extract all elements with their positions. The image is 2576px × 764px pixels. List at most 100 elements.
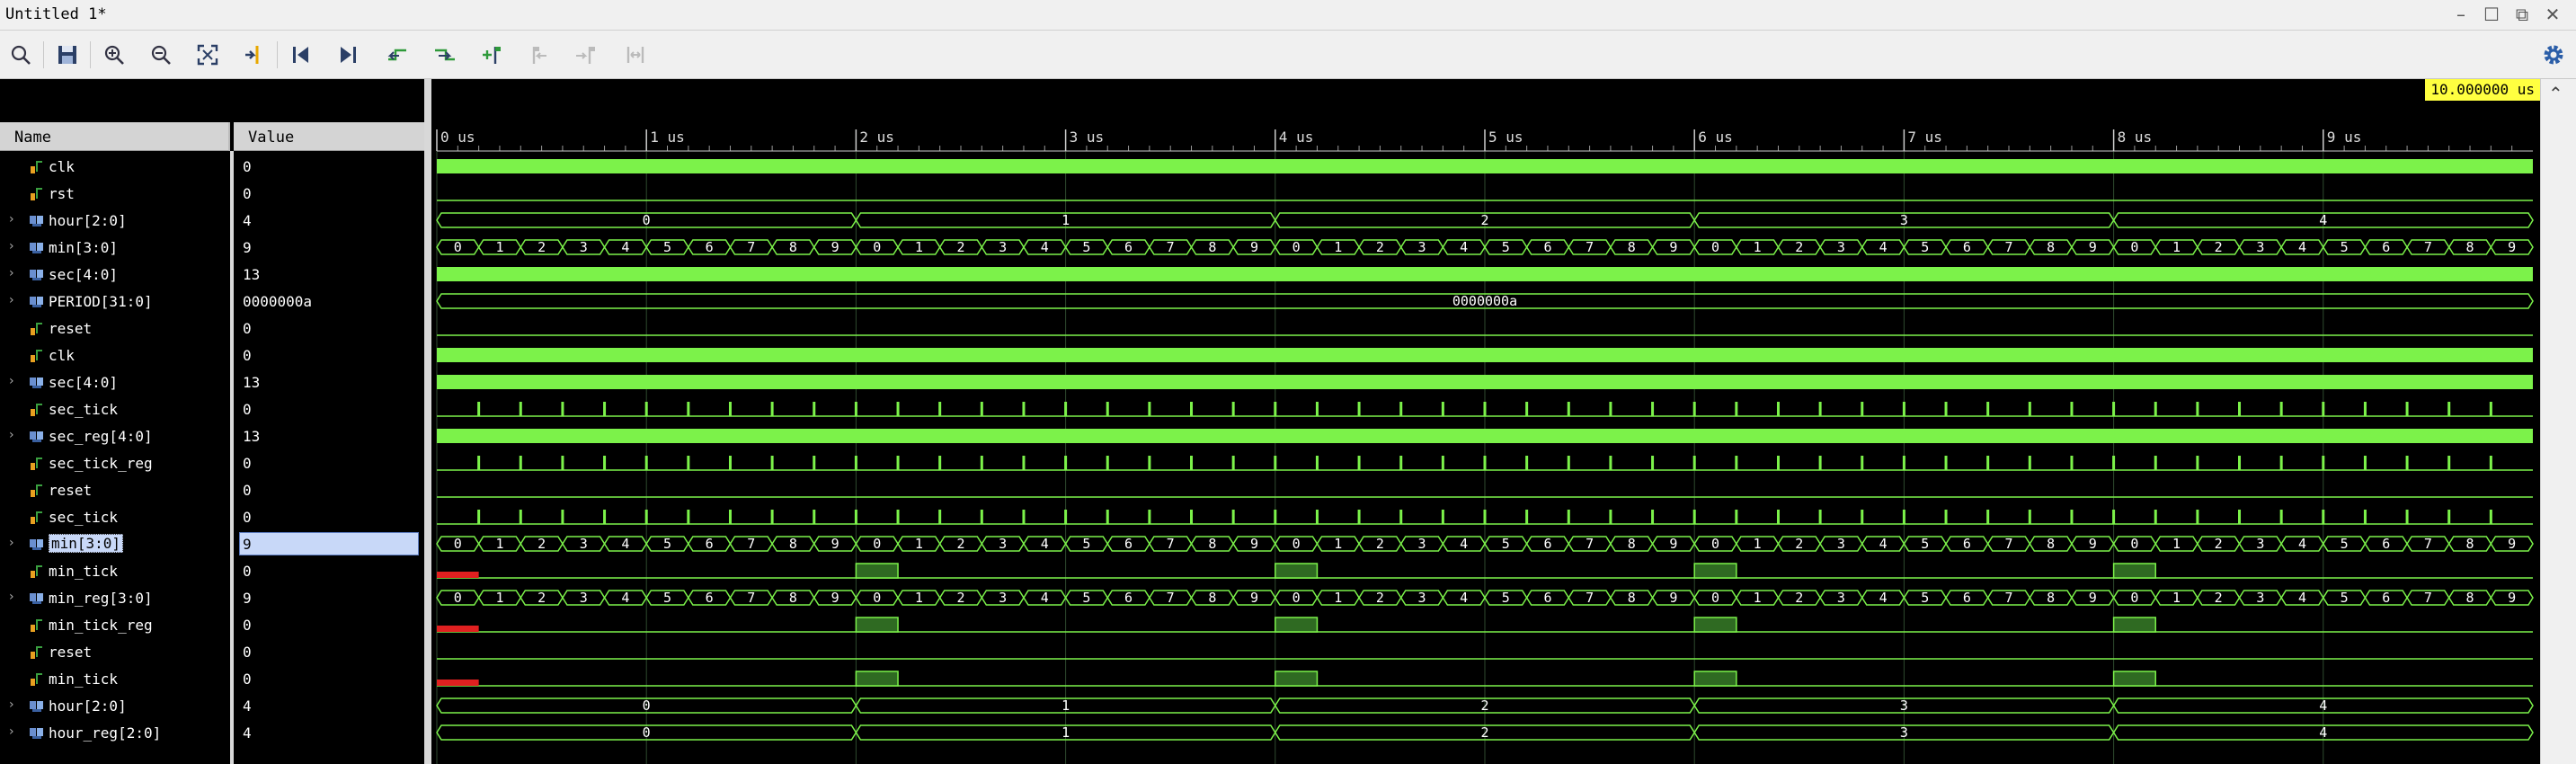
expand-chevron-icon[interactable]: ›: [9, 536, 14, 550]
name-column-header[interactable]: Name: [0, 122, 230, 151]
signal-value: 0000000a: [243, 293, 313, 310]
wave-tick-pulse: [561, 456, 564, 470]
expand-chevron-icon[interactable]: ›: [9, 590, 14, 604]
wave-tick-pulse: [1399, 402, 1403, 416]
wave-tick-pulse: [1692, 456, 1696, 470]
signal-row[interactable]: › hour[2:0] 4: [0, 692, 424, 719]
signal-value: 9: [243, 590, 252, 607]
wave-tick-pulse: [1651, 456, 1655, 470]
expand-chevron-icon[interactable]: ›: [9, 428, 14, 442]
signal-row[interactable]: min_tick 0: [0, 557, 424, 584]
close-icon[interactable]: ✕: [2542, 2, 2563, 27]
previous-marker-icon[interactable]: [523, 40, 554, 70]
wave-tick-pulse: [1986, 456, 1990, 470]
swap-cursors-icon[interactable]: [620, 40, 651, 70]
signal-row[interactable]: sec_tick 0: [0, 395, 424, 422]
wave-tick-pulse: [1357, 510, 1361, 524]
min-bus-value: 6: [706, 239, 714, 255]
min-bus-value: 5: [2341, 590, 2349, 606]
min-bus-value: 4: [2298, 239, 2306, 255]
min-bus-value: 4: [1460, 536, 1468, 552]
wave-toolbar: [0, 31, 2576, 79]
zoom-fit-icon[interactable]: [192, 40, 223, 70]
scroll-up-icon[interactable]: ⌃: [2548, 83, 2563, 104]
signal-row[interactable]: › sec[4:0] 13: [0, 261, 424, 288]
bus-signal-icon: [29, 212, 45, 228]
expand-chevron-icon[interactable]: ›: [9, 724, 14, 739]
wave-tick-pulse: [1357, 402, 1361, 416]
min-bus-value: 3: [999, 239, 1007, 255]
bus-signal-icon: [29, 428, 45, 444]
wave-tick-pulse: [1190, 510, 1194, 524]
wave-tick-pulse: [2154, 510, 2157, 524]
signal-row[interactable]: › hour[2:0] 4: [0, 207, 424, 234]
hour-bus-value: 4: [2319, 697, 2327, 714]
signal-row[interactable]: clk 0: [0, 342, 424, 369]
expand-chevron-icon[interactable]: ›: [9, 239, 14, 253]
restore-icon[interactable]: ☐: [2481, 2, 2502, 27]
wave-tick-pulse: [1315, 402, 1319, 416]
signal-row[interactable]: › sec_reg[4:0] 13: [0, 422, 424, 449]
go-to-end-icon[interactable]: [333, 40, 363, 70]
signal-row[interactable]: › min[3:0] 9: [0, 234, 424, 261]
go-to-cursor-icon[interactable]: [239, 40, 270, 70]
wave-tick-pulse: [1692, 510, 1696, 524]
signal-row[interactable]: › PERIOD[31:0] 0000000a: [0, 288, 424, 315]
signal-row[interactable]: › min_reg[3:0] 9: [0, 584, 424, 611]
minimize-icon[interactable]: –: [2450, 2, 2472, 27]
signal-row[interactable]: reset 0: [0, 315, 424, 342]
window-title: Untitled 1*: [5, 5, 107, 23]
min-bus-value: 2: [1795, 239, 1803, 255]
pane-splitter[interactable]: [424, 79, 431, 764]
logic-signal-icon: [29, 671, 45, 687]
signal-row[interactable]: › min[3:0] 9: [0, 530, 424, 557]
time-tick-label: 5 us: [1488, 129, 1523, 146]
expand-chevron-icon[interactable]: ›: [9, 212, 14, 227]
signal-name: min_tick: [49, 563, 119, 580]
signal-row[interactable]: reset 0: [0, 638, 424, 665]
search-icon[interactable]: [5, 40, 36, 70]
time-tick-label: 8 us: [2118, 129, 2153, 146]
signal-row[interactable]: sec_tick 0: [0, 503, 424, 530]
settings-gear-icon[interactable]: [2540, 41, 2567, 68]
waveform-pane[interactable]: 0 us 1 us 2 us 3 us 4 us 5 us 6 us 7 us 8 us 9 us…: [431, 79, 2540, 764]
signal-row[interactable]: min_tick_reg 0: [0, 611, 424, 638]
add-marker-icon[interactable]: [476, 40, 507, 70]
wave-tick-pulse: [1190, 456, 1194, 470]
wave-tick-pulse: [2405, 402, 2409, 416]
signal-row[interactable]: clk 0: [0, 153, 424, 180]
wave-tick-pulse: [1231, 402, 1235, 416]
signal-row[interactable]: min_tick 0: [0, 665, 424, 692]
expand-chevron-icon[interactable]: ›: [9, 293, 14, 307]
bus-param-icon: [29, 293, 45, 309]
next-marker-icon[interactable]: [570, 40, 600, 70]
expand-chevron-icon[interactable]: ›: [9, 374, 14, 388]
signal-row[interactable]: reset 0: [0, 476, 424, 503]
expand-chevron-icon[interactable]: ›: [9, 266, 14, 280]
signal-row[interactable]: rst 0: [0, 180, 424, 207]
signal-row[interactable]: › hour_reg[2:0] 4: [0, 719, 424, 746]
wave-tick-pulse: [1148, 402, 1151, 416]
signal-name: hour_reg[2:0]: [49, 724, 162, 742]
min-bus-value: 2: [1795, 536, 1803, 552]
wave-tick-pulse: [1692, 402, 1696, 416]
expand-chevron-icon[interactable]: ›: [9, 697, 14, 712]
window-controls: – ☐ ⧉ ✕: [2450, 2, 2563, 27]
wave-tick-pulse: [896, 402, 900, 416]
zoom-out-icon[interactable]: [146, 40, 176, 70]
value-column-header[interactable]: Value: [234, 122, 424, 151]
wave-tick-pulse: [1231, 510, 1235, 524]
next-transition-icon[interactable]: [430, 40, 460, 70]
min-bus-value: 9: [2508, 590, 2516, 606]
float-icon[interactable]: ⧉: [2511, 2, 2533, 27]
vertical-scrollbar[interactable]: ⌃: [2540, 79, 2576, 764]
go-to-start-icon[interactable]: [286, 40, 316, 70]
signal-row[interactable]: sec_tick_reg 0: [0, 449, 424, 476]
min-bus-value: 0: [873, 536, 881, 552]
save-icon[interactable]: [52, 40, 83, 70]
waveform-canvas[interactable]: 0 us 1 us 2 us 3 us 4 us 5 us 6 us 7 us 8 us 9 us…: [431, 79, 2540, 764]
signal-row[interactable]: › sec[4:0] 13: [0, 369, 424, 395]
zoom-in-icon[interactable]: [99, 40, 129, 70]
previous-transition-icon[interactable]: [383, 40, 413, 70]
wave-tick-pulse: [2279, 402, 2283, 416]
